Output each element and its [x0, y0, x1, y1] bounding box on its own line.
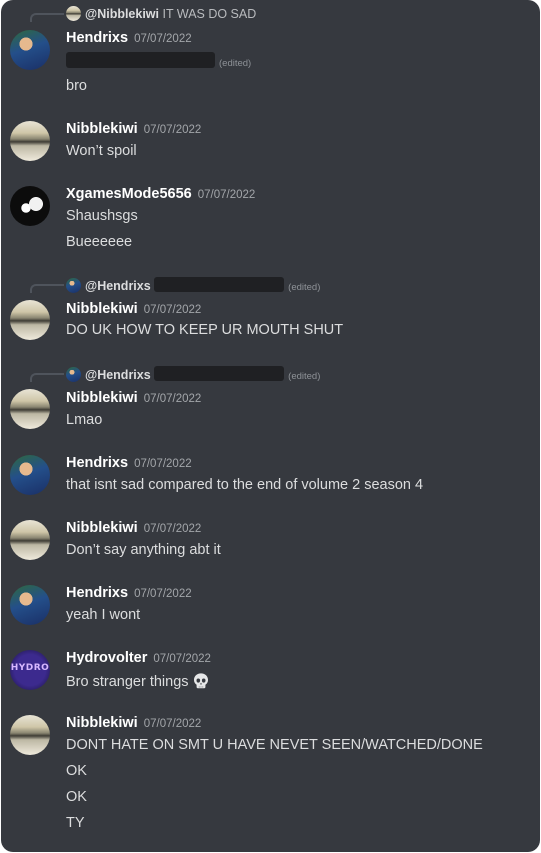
message-header: Nibblekiwi 07/07/2022: [66, 301, 201, 317]
edited-label: (edited): [288, 371, 321, 382]
reply-avatar: [66, 278, 81, 293]
username[interactable]: Nibblekiwi: [66, 520, 138, 536]
avatar[interactable]: HYDRO: [10, 650, 50, 690]
timestamp: 07/07/2022: [134, 458, 192, 470]
message-header: Hydrovolter 07/07/2022: [66, 650, 211, 666]
redacted-block: [66, 52, 215, 68]
message-text: Bueeeeee: [66, 234, 133, 250]
message-text: OK: [66, 789, 87, 805]
avatar[interactable]: [10, 585, 50, 625]
message-header: Hendrixs 07/07/2022: [66, 30, 192, 46]
timestamp: 07/07/2022: [134, 588, 192, 600]
username[interactable]: Hendrixs: [66, 585, 128, 601]
message-header: Nibblekiwi 07/07/2022: [66, 520, 201, 536]
reply-username[interactable]: @Hendrixs: [85, 368, 151, 382]
redacted-line: (edited): [66, 52, 251, 70]
message-text: TY: [66, 815, 85, 831]
avatar-logo-text: HYDRO: [10, 663, 50, 673]
redacted-block: [154, 277, 285, 292]
username[interactable]: Hydrovolter: [66, 650, 147, 666]
timestamp: 07/07/2022: [143, 718, 202, 730]
timestamp: 07/07/2022: [143, 124, 202, 136]
reply-avatar: [66, 367, 81, 382]
timestamp: 07/07/2022: [197, 189, 256, 201]
reply-connector: [30, 13, 64, 22]
timestamp: 07/07/2022: [143, 523, 202, 535]
message-text: that isnt sad compared to the end of vol…: [66, 477, 424, 493]
reply-preview[interactable]: @Hendrixs (edited): [66, 366, 320, 382]
username[interactable]: Hendrixs: [66, 455, 128, 471]
message-header: XgamesMode5656 07/07/2022: [66, 186, 255, 202]
timestamp: 07/07/2022: [143, 304, 202, 316]
avatar[interactable]: [10, 455, 50, 495]
message-header: Hendrixs 07/07/2022: [66, 455, 192, 471]
message-header: Nibblekiwi 07/07/2022: [66, 121, 201, 137]
avatar[interactable]: [10, 389, 50, 429]
reply-username[interactable]: @Hendrixs: [85, 279, 151, 293]
username[interactable]: Nibblekiwi: [66, 390, 138, 406]
message-text-content: Bro stranger things: [66, 674, 189, 690]
message-text: DONT HATE ON SMT U HAVE NEVET SEEN/WATCH…: [66, 737, 483, 753]
avatar[interactable]: [10, 715, 50, 755]
reply-username[interactable]: @Nibblekiwi: [85, 7, 159, 21]
avatar[interactable]: [10, 300, 50, 340]
avatar[interactable]: [10, 121, 50, 161]
skull-emoji-icon[interactable]: [192, 672, 210, 690]
timestamp: 07/07/2022: [153, 653, 211, 665]
message-header: Nibblekiwi 07/07/2022: [66, 390, 201, 406]
avatar[interactable]: [10, 520, 50, 560]
username[interactable]: XgamesMode5656: [66, 186, 192, 202]
reply-connector: [30, 373, 64, 382]
edited-label: (edited): [288, 282, 321, 293]
message-text: bro: [66, 78, 87, 94]
reply-connector: [30, 284, 64, 293]
message-text: yeah I wont: [66, 607, 141, 623]
message-text: Lmao: [66, 412, 103, 428]
message-header: Hendrixs 07/07/2022: [66, 585, 192, 601]
reply-text: IT WAS DO SAD: [162, 7, 257, 21]
message-text: Won’t spoil: [66, 143, 137, 159]
redacted-block: [154, 366, 285, 381]
edited-label: (edited): [219, 58, 252, 69]
reply-avatar: [66, 6, 81, 21]
chat-window: @Nibblekiwi IT WAS DO SAD Hendrixs 07/07/…: [1, 0, 540, 852]
username[interactable]: Hendrixs: [66, 30, 128, 46]
message-text: Bro stranger things: [66, 672, 210, 690]
message-text: Don’t say anything abt it: [66, 542, 221, 558]
reply-preview[interactable]: @Nibblekiwi IT WAS DO SAD: [66, 6, 256, 22]
username[interactable]: Nibblekiwi: [66, 121, 138, 137]
message-text: Shaushsgs: [66, 208, 138, 224]
message-header: Nibblekiwi 07/07/2022: [66, 715, 201, 731]
avatar[interactable]: [10, 186, 50, 226]
timestamp: 07/07/2022: [134, 33, 192, 45]
reply-preview[interactable]: @Hendrixs (edited): [66, 277, 320, 293]
timestamp: 07/07/2022: [143, 393, 202, 405]
avatar[interactable]: [10, 30, 50, 70]
username[interactable]: Nibblekiwi: [66, 715, 138, 731]
message-text: DO UK HOW TO KEEP UR MOUTH SHUT: [66, 322, 344, 338]
username[interactable]: Nibblekiwi: [66, 301, 138, 317]
message-text: OK: [66, 763, 87, 779]
